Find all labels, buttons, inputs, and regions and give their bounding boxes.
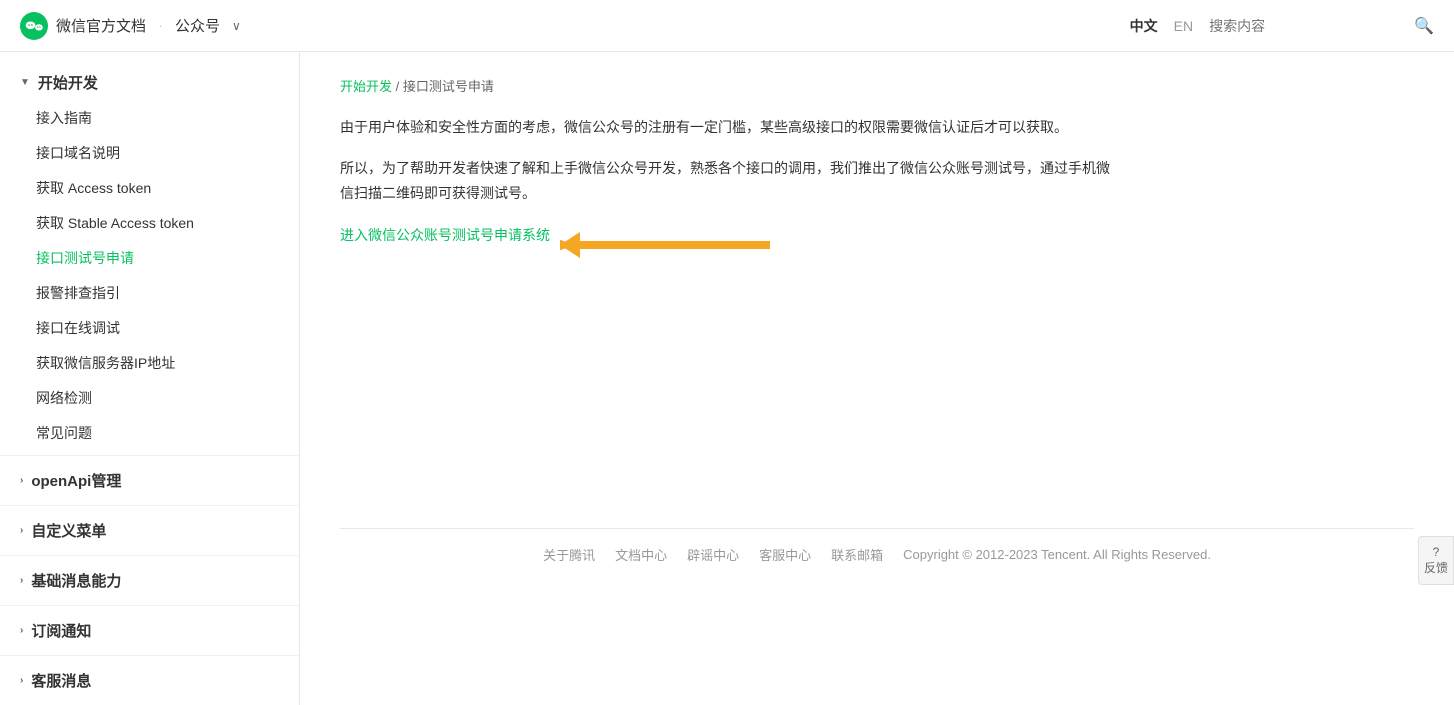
chevron-right-icon: › <box>20 475 23 486</box>
footer-email[interactable]: 联系邮箱 <box>831 545 883 564</box>
arrow-decoration <box>560 205 780 280</box>
sidebar-section-subscribe-notify[interactable]: › 订阅通知 <box>0 610 299 651</box>
chevron-right-icon-2: › <box>20 525 23 536</box>
sidebar-section-custom-menu-label: 自定义菜单 <box>31 520 106 541</box>
sidebar-section-label: 开始开发 <box>38 72 98 93</box>
sidebar-section-openapi[interactable]: › openApi管理 <box>0 460 299 501</box>
chevron-right-icon-3: › <box>20 575 23 586</box>
sidebar-section-customer-service[interactable]: › 客服消息 <box>0 660 299 701</box>
wechat-icon <box>20 12 48 40</box>
sidebar-divider-2 <box>0 505 299 506</box>
sidebar-item-get-access-token[interactable]: 获取 Access token <box>0 171 299 206</box>
breadcrumb: 开始开发 / 接口测试号申请 <box>340 76 1414 95</box>
footer-rumor[interactable]: 辟谣中心 <box>687 545 739 564</box>
sidebar-section-basic-msg-label: 基础消息能力 <box>31 570 121 591</box>
sidebar-section-start-dev[interactable]: ▼ 开始开发 <box>0 64 299 101</box>
logo[interactable]: 微信官方文档 · 公众号 ∨ <box>20 12 241 40</box>
breadcrumb-current: 接口测试号申请 <box>403 79 494 94</box>
sidebar-item-alert-guide[interactable]: 报警排查指引 <box>0 276 299 311</box>
search-icon[interactable]: 🔍 <box>1414 16 1434 36</box>
feedback-button[interactable]: ? 反馈 <box>1418 536 1454 585</box>
footer-service[interactable]: 客服中心 <box>759 545 811 564</box>
header-nav-text: 公众号 <box>175 15 220 36</box>
sidebar-item-network-check[interactable]: 网络检测 <box>0 381 299 416</box>
content-paragraph-2: 所以，为了帮助开发者快速了解和上手微信公众号开发，熟悉各个接口的调用，我们推出了… <box>340 156 1120 206</box>
header-right: 中文 EN 🔍 <box>1130 16 1434 36</box>
sidebar-divider-5 <box>0 655 299 656</box>
main-content: 开始开发 / 接口测试号申请 由于用户体验和安全性方面的考虑，微信公众号的注册有… <box>300 52 1454 705</box>
sidebar-item-get-stable-access-token[interactable]: 获取 Stable Access token <box>0 206 299 241</box>
footer-about[interactable]: 关于腾讯 <box>543 545 595 564</box>
logo-text: 微信官方文档 <box>56 15 146 36</box>
content-area: 开始开发 / 接口测试号申请 由于用户体验和安全性方面的考虑，微信公众号的注册有… <box>300 52 1454 705</box>
lang-en-button[interactable]: EN <box>1174 18 1193 34</box>
sidebar-divider-3 <box>0 555 299 556</box>
sidebar-item-faq[interactable]: 常见问题 <box>0 416 299 451</box>
lang-zh-button[interactable]: 中文 <box>1130 16 1158 36</box>
sidebar-section-subscribe-label: 订阅通知 <box>31 620 91 641</box>
chevron-down-icon: ▼ <box>20 77 30 88</box>
breadcrumb-parent-link[interactable]: 开始开发 <box>340 79 392 94</box>
chevron-right-icon-5: › <box>20 675 23 686</box>
footer: 关于腾讯 文档中心 辟谣中心 客服中心 联系邮箱 Copyright © 201… <box>340 528 1414 580</box>
sidebar-item-interface-test[interactable]: 接口测试号申请 <box>0 241 299 276</box>
sidebar-item-domain-desc[interactable]: 接口域名说明 <box>0 136 299 171</box>
sidebar-section-basic-msg[interactable]: › 基础消息能力 <box>0 560 299 601</box>
sidebar-divider-1 <box>0 455 299 456</box>
feedback-label: 反馈 <box>1423 559 1449 576</box>
chevron-right-icon-4: › <box>20 625 23 636</box>
sidebar-item-online-debug[interactable]: 接口在线调试 <box>0 311 299 346</box>
sidebar-section-openapi-label: openApi管理 <box>31 470 121 491</box>
main-layout: ▼ 开始开发 接入指南 接口域名说明 获取 Access token 获取 St… <box>0 52 1454 705</box>
sidebar-section-custom-menu[interactable]: › 自定义菜单 <box>0 510 299 551</box>
search-input[interactable] <box>1209 18 1390 34</box>
link-with-arrow: 进入微信公众账号测试号申请系统 <box>340 223 550 248</box>
nav-chevron-icon[interactable]: ∨ <box>232 19 241 33</box>
content-body: 由于用户体验和安全性方面的考虑，微信公众号的注册有一定门槛，某些高级接口的权限需… <box>340 115 1120 248</box>
sidebar-divider-4 <box>0 605 299 606</box>
sidebar: ▼ 开始开发 接入指南 接口域名说明 获取 Access token 获取 St… <box>0 52 300 705</box>
footer-copyright: Copyright © 2012-2023 Tencent. All Right… <box>903 547 1211 562</box>
breadcrumb-separator: / <box>396 79 403 94</box>
content-paragraph-1: 由于用户体验和安全性方面的考虑，微信公众号的注册有一定门槛，某些高级接口的权限需… <box>340 115 1120 140</box>
sidebar-item-access-guide[interactable]: 接入指南 <box>0 101 299 136</box>
sidebar-section-start-dev-items: 接入指南 接口域名说明 获取 Access token 获取 Stable Ac… <box>0 101 299 451</box>
feedback-question: ? <box>1423 545 1449 559</box>
sidebar-section-customer-service-label: 客服消息 <box>31 670 91 691</box>
header-separator: · <box>158 17 163 34</box>
sidebar-item-get-ip[interactable]: 获取微信服务器IP地址 <box>0 346 299 381</box>
header: 微信官方文档 · 公众号 ∨ 中文 EN 🔍 <box>0 0 1454 52</box>
test-account-link[interactable]: 进入微信公众账号测试号申请系统 <box>340 227 550 243</box>
footer-docs[interactable]: 文档中心 <box>615 545 667 564</box>
